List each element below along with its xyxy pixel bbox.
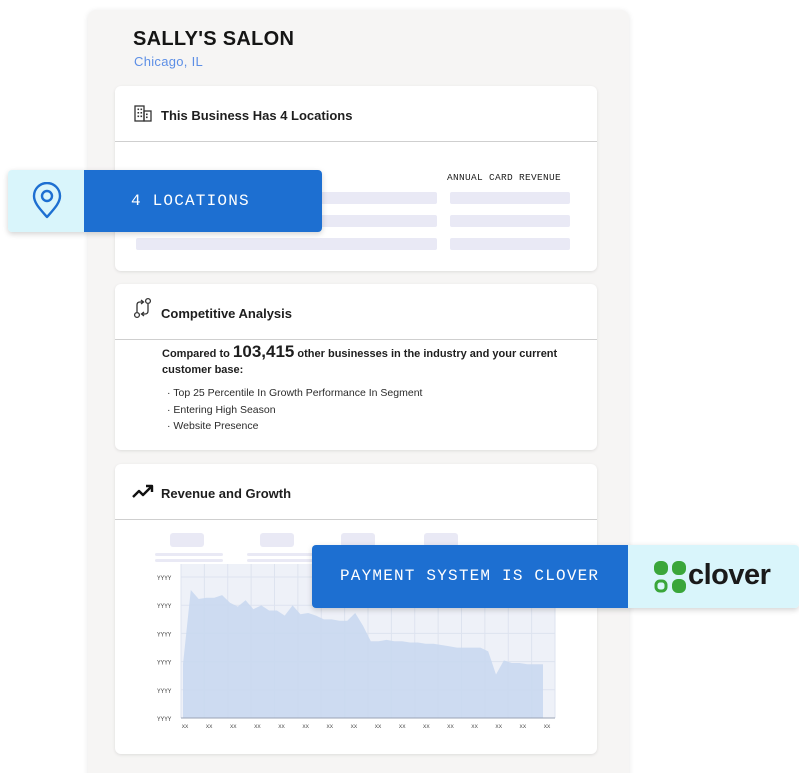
skeleton-location-name [136, 238, 437, 250]
chart-y-tick-label: YYYY [157, 603, 172, 610]
skeleton-location-name [321, 192, 437, 204]
clover-leaf-icon [654, 561, 686, 593]
chart-x-tick-label: XX [375, 723, 382, 730]
chart-x-tick-label: XX [206, 723, 213, 730]
competitive-card-header: Competitive Analysis [115, 284, 597, 340]
chart-y-tick-label: YYYY [157, 631, 172, 638]
competitor-count: 103,415 [232, 342, 295, 361]
clover-logo: clover [628, 545, 799, 608]
chart-x-tick-label: XX [447, 723, 454, 730]
competitive-intro: Compared to 103,415 other businesses in … [162, 342, 562, 378]
map-pin-icon [32, 182, 62, 219]
chart-x-tick-label: XX [230, 723, 237, 730]
locations-callout-text: 4 LOCATIONS [131, 192, 250, 210]
chart-x-tick-label: XX [302, 723, 309, 730]
building-icon [134, 105, 152, 122]
payment-callout-text: PAYMENT SYSTEM IS CLOVER [340, 567, 600, 585]
chart-x-tick-label: XX [254, 723, 261, 730]
chart-y-tick-label: YYYY [157, 688, 172, 695]
competitive-card-title: Competitive Analysis [161, 306, 293, 321]
revenue-card-header: Revenue and Growth [115, 464, 597, 520]
chart-x-tick-label: XX [399, 723, 406, 730]
chart-x-tick-label: XX [351, 723, 358, 730]
annual-card-revenue-header: ANNUAL CARD REVENUE [447, 172, 562, 183]
payment-callout: PAYMENT SYSTEM IS CLOVER clover [312, 545, 799, 608]
skeleton-legend [170, 533, 204, 547]
callout-icon-box [8, 170, 84, 232]
clover-wordmark: clover [688, 559, 771, 591]
revenue-growth-card: Revenue and Growth YYYY YYYY YYYY YYYY YYYY Y… [115, 464, 597, 754]
skeleton-legend-line [155, 553, 223, 556]
chart-y-tick-label: YYYY [157, 660, 172, 667]
chart-x-tick-label: XX [520, 723, 527, 730]
chart-x-tick-label: XX [326, 723, 333, 730]
skeleton-revenue [450, 215, 570, 227]
chart-x-tick-label: XX [423, 723, 430, 730]
insight-item: Website Presence [167, 418, 422, 435]
business-name: SALLY'S SALON [133, 28, 295, 50]
intro-text-before: Compared to [162, 348, 233, 360]
chart-x-tick-label: XX [182, 723, 189, 730]
callout-bar: PAYMENT SYSTEM IS CLOVER [312, 545, 628, 608]
revenue-card-title: Revenue and Growth [161, 486, 292, 501]
locations-card-header: This Business Has 4 Locations [115, 86, 597, 142]
competitive-analysis-card: Competitive Analysis Compared to 103,415… [115, 284, 597, 450]
chart-y-tick-label: YYYY [157, 575, 172, 582]
insight-item: Top 25 Percentile In Growth Performance … [167, 385, 422, 402]
insight-list: Top 25 Percentile In Growth Performance … [167, 385, 422, 435]
callout-bar: 4 LOCATIONS [84, 170, 322, 232]
trending-up-icon [132, 484, 154, 498]
business-city: Chicago, IL [134, 54, 204, 69]
skeleton-location-name [321, 215, 437, 227]
chart-x-tick-label: XX [544, 723, 551, 730]
skeleton-legend [260, 533, 294, 547]
insight-item: Entering High Season [167, 402, 422, 419]
skeleton-revenue [450, 238, 570, 250]
skeleton-revenue [450, 192, 570, 204]
locations-card-title: This Business Has 4 Locations [161, 108, 353, 123]
chart-x-tick-label: XX [278, 723, 285, 730]
arrows-exchange-icon [133, 297, 152, 319]
skeleton-legend-line [247, 553, 315, 556]
chart-x-tick-label: XX [471, 723, 478, 730]
locations-callout: 4 LOCATIONS [8, 170, 322, 232]
chart-y-tick-label: YYYY [157, 716, 172, 723]
chart-x-tick-label: XX [495, 723, 502, 730]
